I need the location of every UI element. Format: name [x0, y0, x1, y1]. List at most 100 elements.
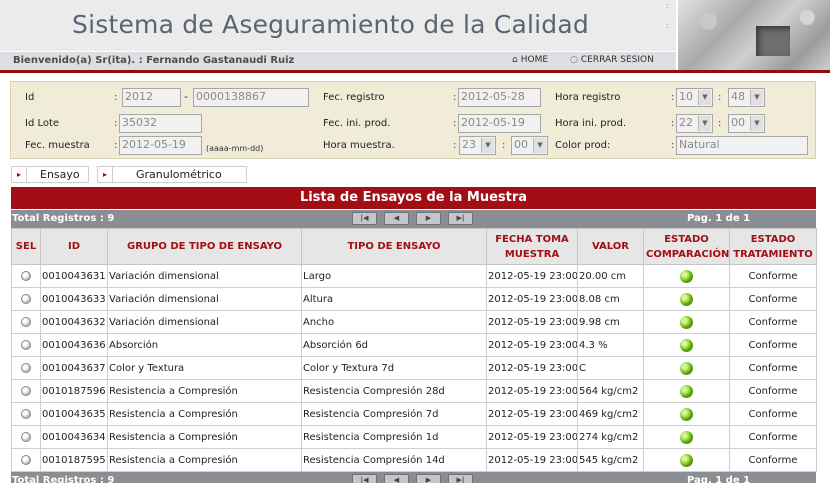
- chevron-down-icon: ▼: [750, 90, 763, 105]
- col-header-id: ID: [40, 228, 108, 265]
- hora-ini-prod-hour-select[interactable]: 22 ▼: [676, 114, 713, 133]
- select-radio[interactable]: [11, 425, 41, 449]
- tab-label: Granulométrico: [136, 168, 222, 181]
- cell-tratamiento: Conforme: [729, 356, 817, 380]
- cell-id: 0010187595: [40, 448, 108, 472]
- radio-button-icon[interactable]: [21, 362, 31, 373]
- header-image: [676, 0, 830, 70]
- radio-button-icon[interactable]: [21, 339, 31, 350]
- cell-estado-comparacion: [643, 333, 730, 357]
- id-number-field[interactable]: 0000138867: [193, 88, 309, 107]
- home-link[interactable]: ⌂ HOME: [512, 55, 548, 65]
- select-radio[interactable]: [11, 287, 41, 311]
- col-header-grupo: GRUPO DE TIPO DE ENSAYO: [107, 228, 302, 265]
- table-row[interactable]: 0010043636 Absorción Absorción 6d 2012-05-1…: [11, 333, 817, 357]
- hora-registro-minute-select[interactable]: 48 ▼: [728, 88, 765, 107]
- table-body: 0010043631 Variación dimensional Largo 2012…: [11, 264, 817, 472]
- cell-id: 0010043636: [40, 333, 108, 357]
- next-page-button[interactable]: ▶: [416, 212, 441, 225]
- radio-button-icon[interactable]: [21, 270, 31, 281]
- last-page-button[interactable]: ▶|: [448, 212, 473, 225]
- first-page-button[interactable]: |◀: [352, 212, 377, 225]
- radio-button-icon[interactable]: [21, 293, 31, 304]
- radio-button-icon[interactable]: [21, 316, 31, 327]
- colon: :: [718, 118, 722, 129]
- prev-page-button[interactable]: ◀: [384, 212, 409, 225]
- chevron-down-icon: ▼: [698, 116, 711, 131]
- cell-id: 0010043635: [40, 402, 108, 426]
- radio-button-icon[interactable]: [21, 431, 31, 442]
- radio-button-icon[interactable]: [21, 408, 31, 419]
- cell-id: 0010187596: [40, 379, 108, 403]
- table-row[interactable]: 0010043637 Color y Textura Color y Textura…: [11, 356, 817, 380]
- header-image-detail: [756, 26, 790, 56]
- cell-tipo: Resistencia Compresión 7d: [301, 402, 487, 426]
- fec-registro-field[interactable]: 2012-05-28: [458, 88, 541, 107]
- table-row[interactable]: 0010187596 Resistencia a Compresión Resist…: [11, 379, 817, 403]
- cell-tipo: Largo: [301, 264, 487, 288]
- select-radio[interactable]: [11, 356, 41, 380]
- next-page-button[interactable]: ▶: [416, 474, 441, 483]
- cell-tratamiento: Conforme: [729, 379, 817, 403]
- lote-field[interactable]: 35032: [119, 114, 202, 133]
- status-ok-icon: [680, 361, 693, 375]
- cell-fecha: 2012-05-19 23:00: [486, 425, 578, 449]
- radio-button-icon[interactable]: [21, 454, 31, 465]
- cell-estado-comparacion: [643, 379, 730, 403]
- cell-tratamiento: Conforme: [729, 310, 817, 334]
- page-indicator: Pag. 1 de 1: [687, 475, 751, 483]
- table-row[interactable]: 0010187595 Resistencia a Compresión Resist…: [11, 448, 817, 472]
- select-radio[interactable]: [11, 333, 41, 357]
- cell-valor: 274 kg/cm2: [577, 425, 644, 449]
- hora-registro-hour-select[interactable]: 10 ▼: [676, 88, 713, 107]
- id-year-field[interactable]: 2012: [122, 88, 181, 107]
- select-radio[interactable]: [11, 310, 41, 334]
- colon: :: [114, 92, 118, 103]
- list-title: Lista de Ensayos de la Muestra: [11, 187, 816, 209]
- cell-valor: 564 kg/cm2: [577, 379, 644, 403]
- fec-ini-prod-field[interactable]: 2012-05-19: [458, 114, 541, 133]
- cell-valor: 4.3 %: [577, 333, 644, 357]
- cell-estado-comparacion: [643, 448, 730, 472]
- colon: :: [671, 118, 675, 129]
- select-radio[interactable]: [11, 264, 41, 288]
- cell-grupo: Variación dimensional: [107, 264, 302, 288]
- select-radio[interactable]: [11, 379, 41, 403]
- hora-ini-prod-minute-select[interactable]: 00 ▼: [728, 114, 765, 133]
- col-header-estado-comparacion: ESTADO COMPARACIÓN: [643, 228, 730, 265]
- cell-grupo: Resistencia a Compresión: [107, 448, 302, 472]
- chevron-down-icon: ▼: [533, 138, 546, 153]
- radio-button-icon[interactable]: [21, 385, 31, 396]
- separator-dash: -: [184, 90, 188, 103]
- colon: :: [718, 92, 722, 103]
- prev-page-button[interactable]: ◀: [384, 474, 409, 483]
- cell-tratamiento: Conforme: [729, 264, 817, 288]
- tab-ensayo[interactable]: ▸ Ensayo: [11, 166, 89, 183]
- cell-tipo: Resistencia Compresión 14d: [301, 448, 487, 472]
- table-row[interactable]: 0010043633 Variación dimensional Altura 201…: [11, 287, 817, 311]
- table-row[interactable]: 0010043631 Variación dimensional Largo 2012…: [11, 264, 817, 288]
- table-header-row: SEL ID GRUPO DE TIPO DE ENSAYO TIPO DE E…: [11, 228, 817, 265]
- hora-muestra-hour-select[interactable]: 23 ▼: [459, 136, 496, 155]
- tab-granulometrico[interactable]: ▸ Granulométrico: [97, 166, 247, 183]
- color-prod-field[interactable]: Natural: [676, 136, 808, 155]
- chevron-down-icon: ▼: [750, 116, 763, 131]
- select-radio[interactable]: [11, 402, 41, 426]
- last-page-button[interactable]: ▶|: [448, 474, 473, 483]
- fec-ini-prod-label: Fec. ini. prod.: [323, 118, 391, 129]
- table-row[interactable]: 0010043635 Resistencia a Compresión Resist…: [11, 402, 817, 426]
- cell-tipo: Altura: [301, 287, 487, 311]
- table-row[interactable]: 0010043632 Variación dimensional Ancho 2012…: [11, 310, 817, 334]
- logout-link[interactable]: ◌ CERRAR SESION: [570, 55, 654, 65]
- first-page-button[interactable]: |◀: [352, 474, 377, 483]
- hora-registro-label: Hora registro: [555, 92, 621, 103]
- power-icon: ◌: [570, 55, 578, 65]
- col-header-valor: VALOR: [577, 228, 644, 265]
- table-row[interactable]: 0010043634 Resistencia a Compresión Resist…: [11, 425, 817, 449]
- hora-muestra-minute-select[interactable]: 00 ▼: [511, 136, 548, 155]
- select-radio[interactable]: [11, 448, 41, 472]
- cell-tipo: Color y Textura 7d: [301, 356, 487, 380]
- cell-valor: 20.00 cm: [577, 264, 644, 288]
- fec-muestra-field[interactable]: 2012-05-19: [119, 136, 202, 155]
- cell-id: 0010043632: [40, 310, 108, 334]
